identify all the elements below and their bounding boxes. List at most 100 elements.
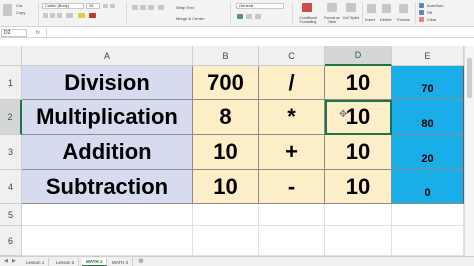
cell-c6[interactable] bbox=[259, 226, 325, 256]
cell-b2[interactable]: 8 bbox=[193, 100, 259, 135]
insert-button[interactable]: Insert bbox=[365, 17, 375, 22]
column-header-c[interactable]: C bbox=[259, 46, 325, 66]
fx-icon[interactable]: fx bbox=[36, 29, 40, 37]
cell-c2[interactable]: * bbox=[259, 100, 325, 135]
cell-b5[interactable] bbox=[193, 204, 259, 226]
name-box[interactable]: D2 bbox=[1, 29, 27, 37]
row-header-2[interactable]: 2 bbox=[0, 100, 22, 135]
conditional-formatting-button[interactable]: Conditional Formatting bbox=[297, 16, 319, 24]
number-format-select[interactable]: General bbox=[236, 3, 284, 9]
merge-center-button[interactable]: Merge & Center bbox=[176, 16, 204, 21]
cell-e4[interactable]: 0 bbox=[392, 170, 464, 204]
column-header-e[interactable]: E bbox=[392, 46, 464, 66]
cell-e1[interactable]: 70 bbox=[392, 66, 464, 100]
orientation-icon[interactable] bbox=[158, 5, 164, 10]
autosum-button[interactable]: AutoSum bbox=[427, 3, 443, 8]
italic-icon[interactable] bbox=[50, 13, 55, 18]
cell-d2[interactable]: 10 bbox=[325, 100, 392, 135]
formula-bar: D2 fx bbox=[0, 28, 474, 38]
sheet-tab-math-1[interactable]: MATH 1 bbox=[82, 258, 108, 266]
cell-d6[interactable] bbox=[325, 226, 392, 256]
cell-a4[interactable]: Subtraction bbox=[22, 170, 193, 204]
font-name-select[interactable]: Calibri (Body) bbox=[42, 3, 84, 9]
font-grow-icon[interactable] bbox=[103, 4, 108, 8]
autosum-icon[interactable] bbox=[419, 3, 424, 8]
align-left-icon[interactable] bbox=[132, 5, 138, 10]
cell-a1[interactable]: Division bbox=[22, 66, 193, 100]
align-center-icon[interactable] bbox=[140, 5, 146, 10]
select-all-corner[interactable] bbox=[0, 46, 22, 66]
sheet-tab-lesson-1[interactable]: Lesson 1 bbox=[22, 258, 50, 266]
vertical-scrollbar[interactable] bbox=[464, 46, 474, 256]
add-sheet-icon[interactable]: ⊕ bbox=[138, 257, 144, 265]
cell-a3[interactable]: Addition bbox=[22, 135, 193, 170]
clear-button[interactable]: Clear bbox=[427, 17, 437, 22]
font-size-select[interactable]: 26 bbox=[86, 3, 100, 9]
format-icon[interactable] bbox=[399, 4, 408, 13]
cell-a5[interactable] bbox=[22, 204, 193, 226]
cell-b6[interactable] bbox=[193, 226, 259, 256]
format-as-table-icon[interactable] bbox=[327, 3, 337, 12]
cell-c1[interactable]: / bbox=[259, 66, 325, 100]
separator bbox=[362, 2, 363, 25]
align-right-icon[interactable] bbox=[148, 5, 154, 10]
delete-button[interactable]: Delete bbox=[380, 17, 392, 22]
paste-icon[interactable] bbox=[3, 4, 12, 16]
column-header-b[interactable]: B bbox=[193, 46, 259, 66]
sheet-tab-math-2[interactable]: MATH 2 bbox=[108, 258, 134, 266]
comma-style-icon[interactable] bbox=[255, 14, 261, 19]
row-header-5[interactable]: 5 bbox=[0, 204, 22, 226]
cell-c5[interactable] bbox=[259, 204, 325, 226]
conditional-formatting-icon[interactable] bbox=[302, 3, 312, 12]
row-header-1[interactable]: 1 bbox=[0, 66, 22, 100]
sheet-tab-lesson-2[interactable]: Lesson 2 bbox=[52, 258, 80, 266]
cell-d4[interactable]: 10 bbox=[325, 170, 392, 204]
cell-styles-button[interactable]: Cell Styles bbox=[342, 16, 360, 20]
percent-icon[interactable] bbox=[246, 14, 252, 19]
cell-b1[interactable]: 700 bbox=[193, 66, 259, 100]
cell-e6[interactable] bbox=[392, 226, 464, 256]
copy-button[interactable]: Copy bbox=[16, 10, 25, 15]
scrollbar-thumb[interactable] bbox=[467, 58, 472, 98]
cell-d3[interactable]: 10 bbox=[325, 135, 392, 170]
cell-d1[interactable]: 10 bbox=[325, 66, 392, 100]
column-header-d[interactable]: D bbox=[325, 46, 392, 66]
sheet-tab-bar: ◀ ▶ Lesson 1 Lesson 2 MATH 1 MATH 2 ⊕ bbox=[0, 256, 474, 266]
cell-b3[interactable]: 10 bbox=[193, 135, 259, 170]
column-header-a[interactable]: A bbox=[22, 46, 193, 66]
row-header-6[interactable]: 6 bbox=[0, 226, 22, 256]
delete-icon[interactable] bbox=[382, 4, 391, 13]
tab-prev-icon[interactable]: ◀ bbox=[4, 258, 8, 264]
cut-button[interactable]: Cut bbox=[16, 3, 22, 8]
format-as-table-button[interactable]: Format as Table bbox=[322, 16, 342, 24]
cell-e3[interactable]: 20 bbox=[392, 135, 464, 170]
bold-icon[interactable] bbox=[43, 13, 48, 18]
clear-icon[interactable] bbox=[419, 17, 424, 22]
currency-icon[interactable] bbox=[237, 14, 243, 19]
font-shrink-icon[interactable] bbox=[110, 4, 115, 8]
insert-icon[interactable] bbox=[367, 4, 376, 13]
cell-b4[interactable]: 10 bbox=[193, 170, 259, 204]
cell-d5[interactable] bbox=[325, 204, 392, 226]
cell-e2[interactable]: 80 bbox=[392, 100, 464, 135]
cell-c4[interactable]: - bbox=[259, 170, 325, 204]
font-color-icon[interactable] bbox=[89, 13, 96, 18]
cell-e5[interactable] bbox=[392, 204, 464, 226]
wrap-text-button[interactable]: Wrap Text bbox=[176, 5, 194, 10]
cell-a6[interactable] bbox=[22, 226, 193, 256]
row-header-3[interactable]: 3 bbox=[0, 135, 22, 170]
fill-icon[interactable] bbox=[419, 10, 424, 15]
cell-a2[interactable]: Multiplication bbox=[22, 100, 193, 135]
fill-color-icon[interactable] bbox=[78, 13, 85, 18]
row-header-4[interactable]: 4 bbox=[0, 170, 22, 204]
formula-input[interactable] bbox=[46, 29, 472, 37]
separator bbox=[415, 2, 416, 25]
fill-button[interactable]: Fill bbox=[427, 10, 432, 15]
cell-styles-icon[interactable] bbox=[346, 3, 356, 12]
borders-icon[interactable] bbox=[66, 13, 73, 18]
underline-icon[interactable] bbox=[57, 13, 62, 18]
cell-c3[interactable]: + bbox=[259, 135, 325, 170]
tab-next-icon[interactable]: ▶ bbox=[12, 258, 16, 264]
format-button[interactable]: Format bbox=[397, 17, 410, 22]
separator bbox=[38, 2, 39, 25]
